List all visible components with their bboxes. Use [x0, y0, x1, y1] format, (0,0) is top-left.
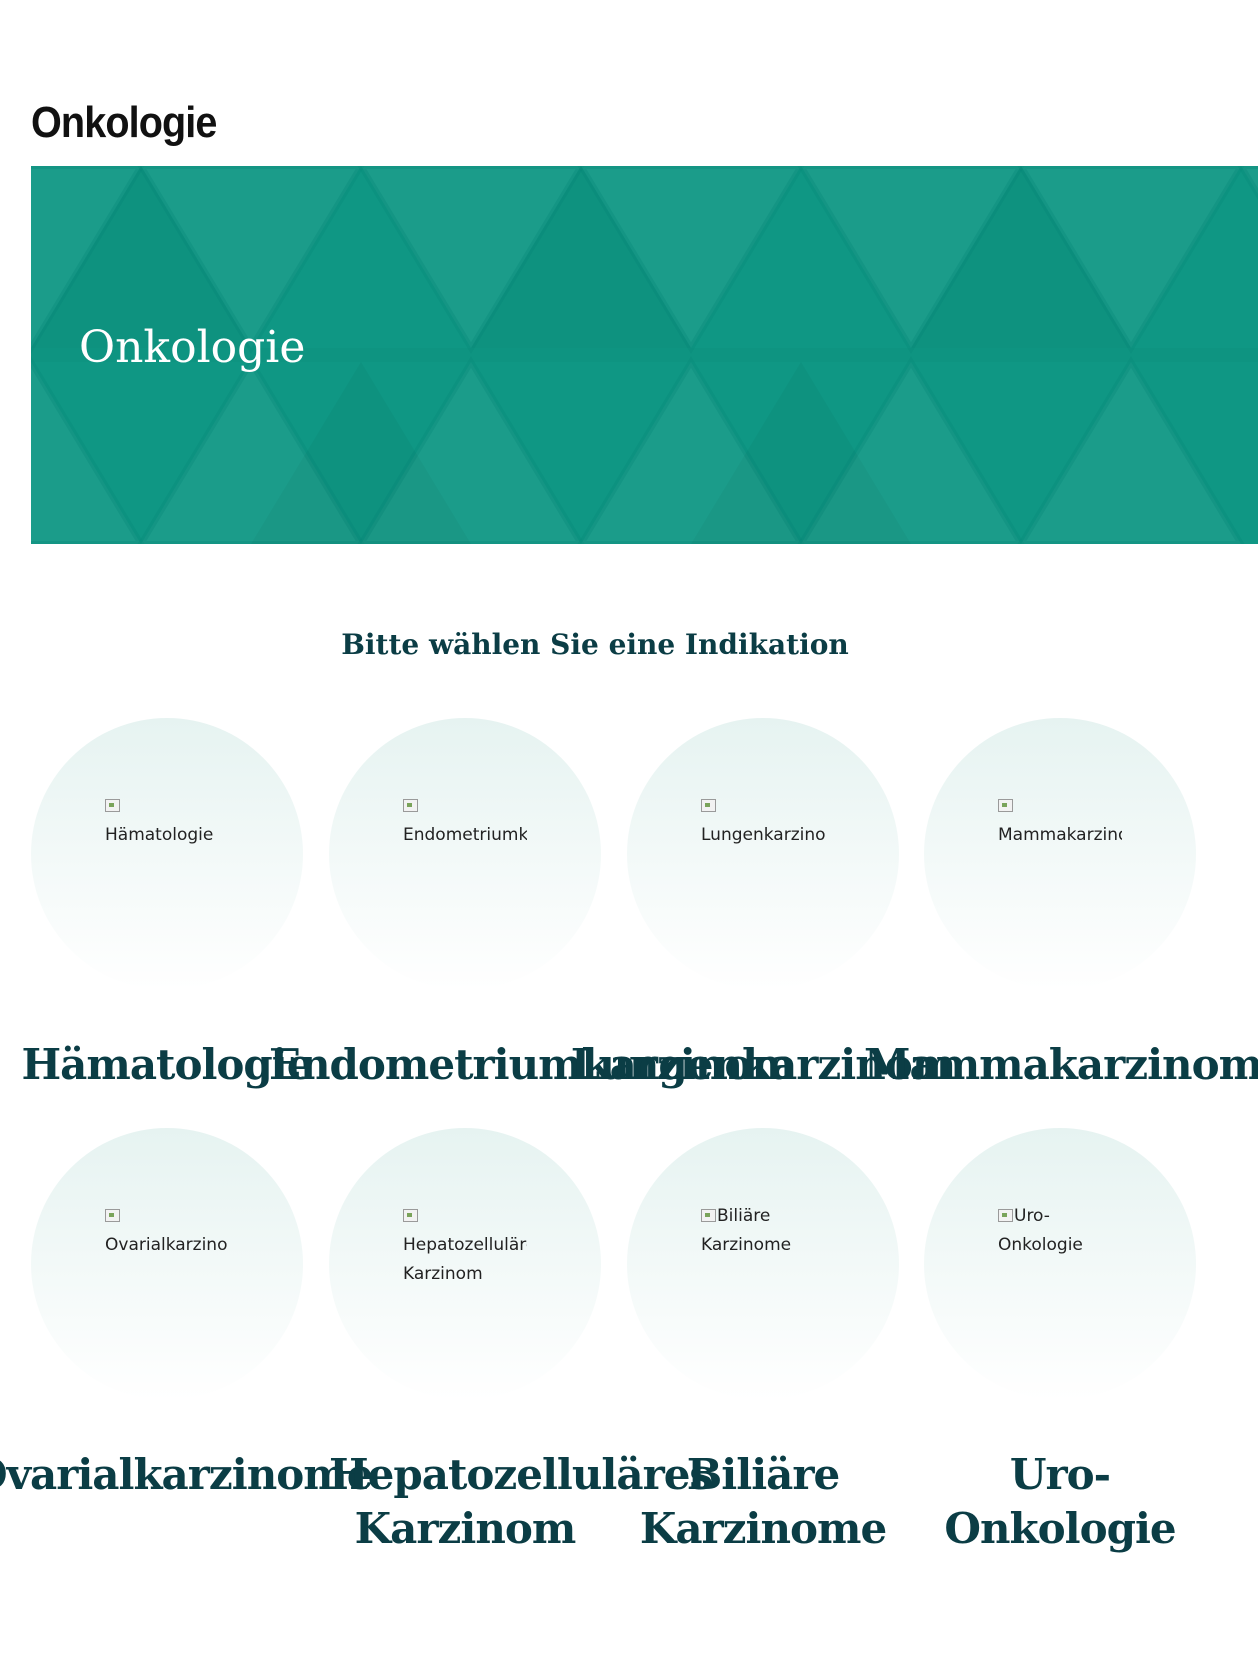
indication-label[interactable]: Uro-Onkologie [924, 1448, 1196, 1556]
hero-banner: Onkologie [31, 166, 1258, 544]
indication-image: Hepatozelluläre Karzinom [403, 1202, 527, 1289]
image-alt-text: Ovarialkarzinom [105, 1235, 229, 1255]
hero-title: Onkologie [79, 322, 306, 373]
image-alt-text: Lungenkarzinom [701, 825, 825, 845]
indication-image: Endometriumkarzinom [403, 792, 527, 850]
indication-label[interactable]: Mammakarzinom [864, 1038, 1258, 1092]
broken-image-icon [998, 1209, 1013, 1222]
broken-image-icon [403, 1209, 418, 1222]
broken-image-icon [701, 1209, 716, 1222]
indication-image-circle [31, 718, 303, 990]
image-alt-text: Endometriumkarzinom [403, 825, 527, 845]
broken-image-icon [701, 799, 716, 812]
indication-image-circle [627, 1128, 899, 1400]
broken-image-icon [998, 799, 1013, 812]
indication-label[interactable]: Ovarialkarzinome [0, 1448, 373, 1502]
indication-image: Hämatologie [105, 792, 229, 850]
indication-image-circle [31, 1128, 303, 1400]
page-title: Onkologie [31, 98, 217, 147]
section-title: Bitte wählen Sie eine Indikation [341, 628, 849, 661]
indication-image: Uro-Onkologie [998, 1202, 1122, 1260]
indication-image-circle [924, 1128, 1196, 1400]
image-alt-text: Mammakarzinom [998, 825, 1122, 845]
image-alt-text: Hämatologie [105, 825, 214, 845]
indication-label[interactable]: Biliäre Karzinome [627, 1448, 899, 1556]
indication-image: Mammakarzinom [998, 792, 1122, 850]
indication-image-circle [329, 718, 601, 990]
broken-image-icon [105, 1209, 120, 1222]
indication-image-circle [627, 718, 899, 990]
indication-image: Biliäre Karzinome [701, 1202, 825, 1260]
broken-image-icon [403, 799, 418, 812]
image-alt-text: Hepatozelluläre Karzinom [403, 1235, 527, 1284]
indication-image: Lungenkarzinom [701, 792, 825, 850]
indication-image: Ovarialkarzinom [105, 1202, 229, 1260]
indication-label[interactable]: Hepatozelluläres Karzinom [329, 1448, 713, 1556]
broken-image-icon [105, 799, 120, 812]
indication-image-circle [924, 718, 1196, 990]
